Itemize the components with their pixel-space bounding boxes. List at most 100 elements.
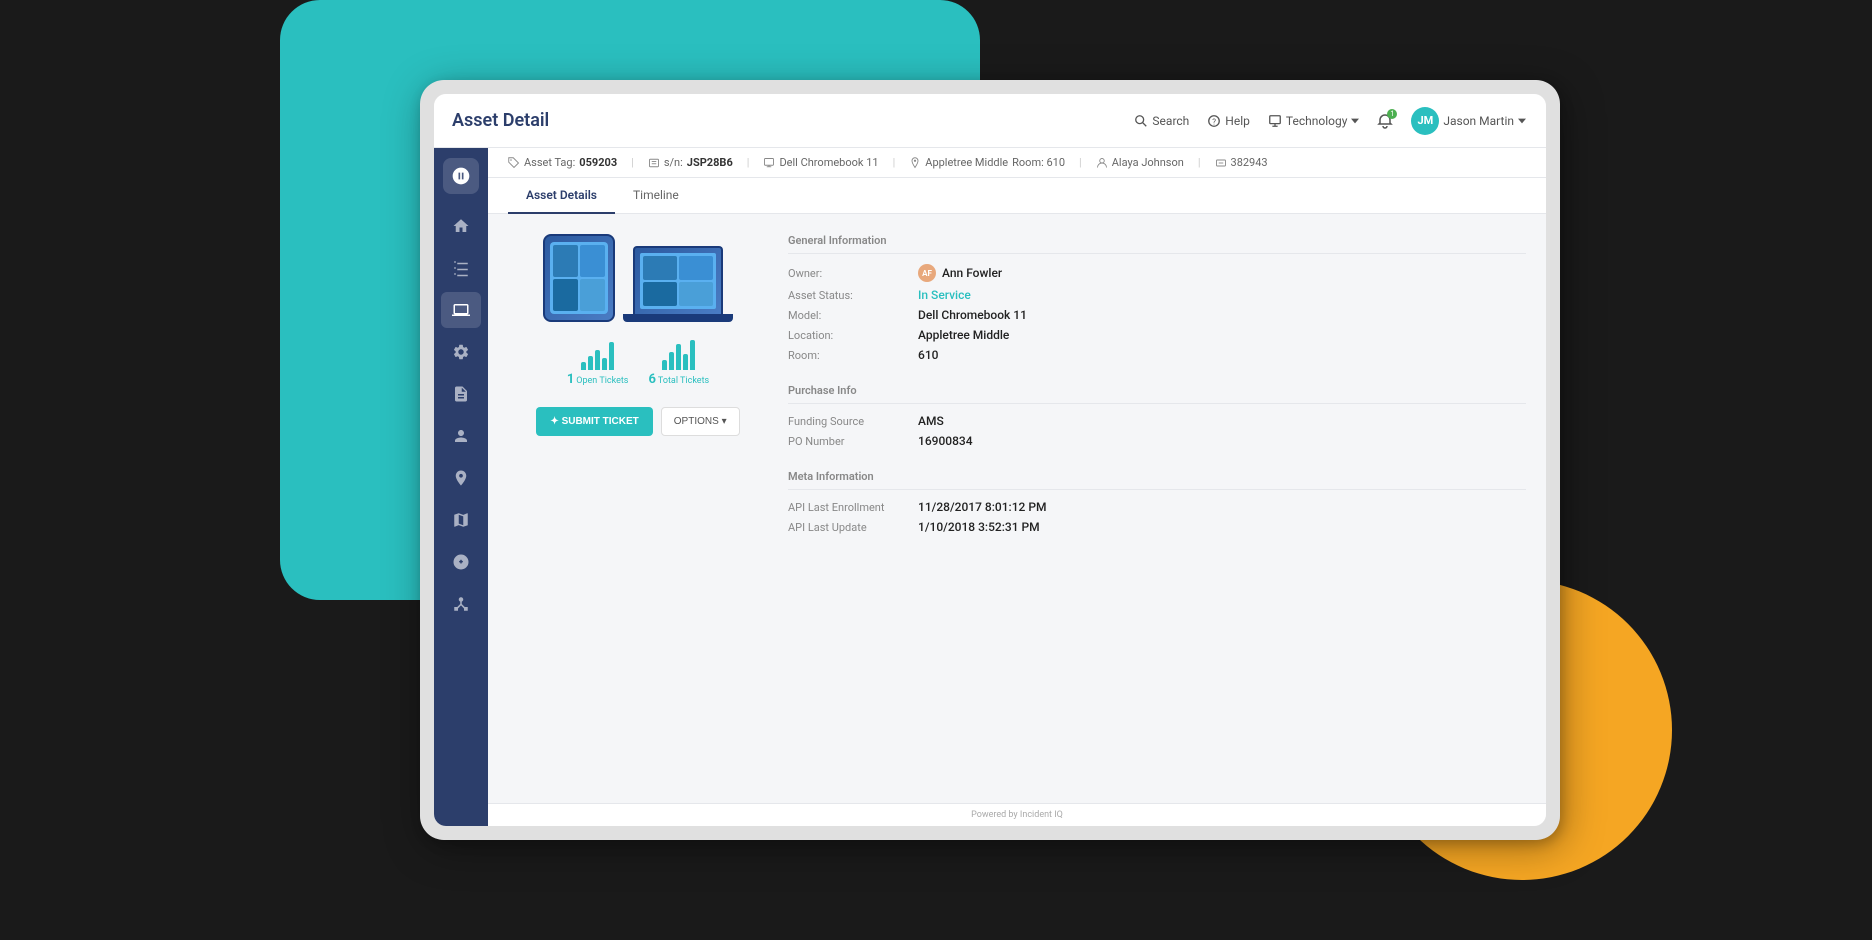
general-info-section: General Information Owner: AF Ann Fowler (788, 234, 1526, 368)
chevron-down-icon (1351, 117, 1359, 125)
total-tickets-chart (662, 338, 695, 370)
location-label: Location: (788, 329, 918, 342)
notifications-button[interactable]: 1 (1377, 113, 1393, 129)
sidebar-logo[interactable] (443, 158, 479, 194)
breadcrumb-asset-tag: Asset Tag: 059203 (508, 156, 617, 169)
room-label: Room: (788, 349, 918, 362)
sidebar-item-users[interactable] (441, 418, 481, 454)
sidebar-item-integrations[interactable] (441, 544, 481, 580)
user-name: Jason Martin (1443, 114, 1514, 128)
action-buttons: ✦ SUBMIT TICKET OPTIONS ▾ (536, 407, 739, 436)
top-bar: Asset Detail Search ? (434, 94, 1546, 148)
tag-icon (508, 157, 520, 169)
search-icon (1134, 114, 1148, 128)
purchase-info-section: Purchase Info Funding Source AMS PO Numb… (788, 384, 1526, 454)
open-tickets-chart (581, 338, 614, 370)
sidebar-item-settings[interactable] (441, 334, 481, 370)
left-panel: 1 Open Tickets (508, 234, 768, 783)
map-icon (452, 511, 470, 529)
room-row: Room: 610 (788, 348, 1526, 362)
screen-content: Asset Detail Search ? (434, 94, 1546, 826)
funding-label: Funding Source (788, 415, 918, 428)
options-button[interactable]: OPTIONS ▾ (661, 407, 740, 436)
device-images (543, 234, 733, 322)
sidebar-item-reports[interactable] (441, 376, 481, 412)
device-mockup: Asset Detail Search ? (420, 80, 1620, 880)
sidebar-item-tickets[interactable] (441, 250, 481, 286)
model-row: Model: Dell Chromebook 11 (788, 308, 1526, 322)
tab-timeline[interactable]: Timeline (615, 178, 697, 214)
api-enrollment-row: API Last Enrollment 11/28/2017 8:01:12 P… (788, 500, 1526, 514)
model-value: Dell Chromebook 11 (779, 156, 878, 169)
right-panel: General Information Owner: AF Ann Fowler (788, 234, 1526, 783)
po-value: 16900834 (918, 434, 973, 448)
api-enrollment-label: API Last Enrollment (788, 501, 918, 514)
serial-value: JSP28B6 (687, 156, 733, 169)
sidebar-item-locations[interactable] (441, 460, 481, 496)
screen-bezel: Asset Detail Search ? (420, 80, 1560, 840)
page-title: Asset Detail (444, 110, 549, 131)
total-count-row: 6 Total Tickets (648, 372, 709, 387)
meta-info-section: Meta Information API Last Enrollment 11/… (788, 470, 1526, 540)
technology-button[interactable]: Technology (1268, 114, 1359, 128)
user-icon (452, 427, 470, 445)
laptop-display (640, 253, 716, 309)
integration-icon (452, 553, 470, 571)
content-area: Asset Tag: 059203 | s/n: JSP28B6 (488, 148, 1546, 826)
serial-icon (648, 157, 660, 169)
open-ticket-count: 1 (567, 372, 574, 387)
api-update-value: 1/10/2018 3:52:31 PM (918, 520, 1040, 534)
tab-asset-details[interactable]: Asset Details (508, 178, 615, 214)
owner-value-row: AF Ann Fowler (918, 264, 1002, 282)
location-value: Appletree Middle (925, 156, 1008, 169)
owner-value: Ann Fowler (942, 266, 1002, 280)
sidebar-item-home[interactable] (441, 208, 481, 244)
asset-tag-label: Asset Tag: (524, 156, 575, 169)
model-value: Dell Chromebook 11 (918, 308, 1027, 322)
document-icon (452, 385, 470, 403)
search-label: Search (1152, 114, 1189, 128)
breadcrumb-user-id: 382943 (1215, 156, 1268, 169)
breadcrumb: Asset Tag: 059203 | s/n: JSP28B6 (488, 148, 1546, 178)
help-button[interactable]: ? Help (1207, 114, 1250, 128)
tablet-image (543, 234, 615, 322)
user-id-value: 382943 (1231, 156, 1268, 169)
id-icon (1215, 157, 1227, 169)
serial-label: s/n: (664, 156, 683, 169)
sidebar-item-assets[interactable] (441, 292, 481, 328)
total-ticket-count: 6 (648, 372, 655, 387)
user-label: Alaya Johnson (1112, 156, 1184, 169)
owner-row: Owner: AF Ann Fowler (788, 264, 1526, 282)
open-count-row: 1 Open Tickets (567, 372, 629, 387)
location-icon (452, 469, 470, 487)
help-icon: ? (1207, 114, 1221, 128)
user-menu-button[interactable]: JM Jason Martin (1411, 107, 1526, 135)
help-label: Help (1225, 114, 1250, 128)
pin-icon (909, 157, 921, 169)
purchase-info-title: Purchase Info (788, 384, 1526, 404)
app-logo-icon (451, 166, 471, 186)
total-ticket-label: Total Tickets (658, 376, 709, 386)
room-value: Room: 610 (1012, 156, 1065, 169)
room-value: 610 (918, 348, 938, 362)
open-ticket-label: Open Tickets (576, 376, 628, 386)
po-row: PO Number 16900834 (788, 434, 1526, 448)
location-value: Appletree Middle (918, 328, 1009, 342)
status-label: Asset Status: (788, 289, 918, 302)
asset-tag-value: 059203 (579, 156, 617, 169)
device-icon (763, 157, 775, 169)
laptop-screen (633, 246, 723, 314)
api-update-label: API Last Update (788, 521, 918, 534)
search-button[interactable]: Search (1134, 114, 1189, 128)
tablet-screen (550, 242, 608, 314)
top-bar-actions: Search ? Help (1134, 107, 1526, 135)
funding-value: AMS (918, 414, 944, 428)
breadcrumb-user: Alaya Johnson (1096, 156, 1184, 169)
total-tickets-stat: 6 Total Tickets (648, 338, 709, 387)
owner-label: Owner: (788, 267, 918, 280)
user-breadcrumb-icon (1096, 157, 1108, 169)
sidebar-item-map[interactable] (441, 502, 481, 538)
breadcrumb-serial: s/n: JSP28B6 (648, 156, 733, 169)
sidebar-item-network[interactable] (441, 586, 481, 622)
submit-ticket-button[interactable]: ✦ SUBMIT TICKET (536, 407, 652, 436)
